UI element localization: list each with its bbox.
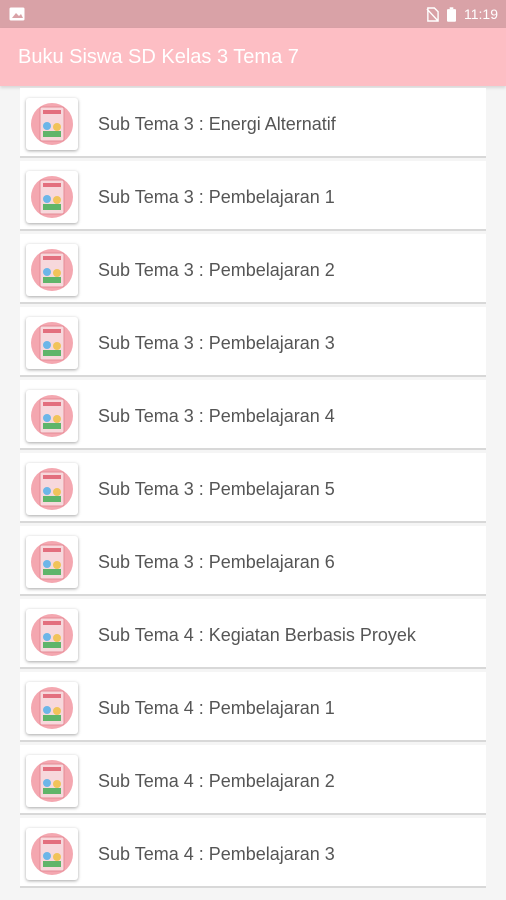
app-bar: Buku Siswa SD Kelas 3 Tema 7 bbox=[0, 28, 506, 86]
list-item-label: Sub Tema 3 : Pembelajaran 1 bbox=[98, 187, 335, 207]
list-item-label: Sub Tema 3 : Pembelajaran 4 bbox=[98, 406, 335, 426]
list-item[interactable]: Sub Tema 3 : Energi Alternatif bbox=[20, 88, 486, 158]
list-item[interactable]: Sub Tema 3 : Pembelajaran 5 bbox=[20, 453, 486, 523]
list-item[interactable]: Sub Tema 3 : Pembelajaran 2 bbox=[20, 234, 486, 304]
book-cover-icon bbox=[26, 536, 78, 588]
book-cover-icon bbox=[26, 390, 78, 442]
list-item[interactable]: Sub Tema 3 : Pembelajaran 1 bbox=[20, 161, 486, 231]
list-item-label: Sub Tema 3 : Pembelajaran 3 bbox=[98, 333, 335, 353]
book-cover-icon bbox=[26, 171, 78, 223]
book-cover-icon bbox=[26, 317, 78, 369]
battery-icon bbox=[447, 6, 456, 22]
book-cover-icon bbox=[26, 828, 78, 880]
status-time: 11:19 bbox=[464, 6, 498, 22]
book-cover-icon bbox=[26, 682, 78, 734]
list-item-label: Sub Tema 3 : Energi Alternatif bbox=[98, 114, 336, 134]
list-item-label: Sub Tema 3 : Pembelajaran 5 bbox=[98, 479, 335, 499]
list-item[interactable]: Sub Tema 3 : Pembelajaran 3 bbox=[20, 307, 486, 377]
list-item-label: Sub Tema 4 : Pembelajaran 1 bbox=[98, 698, 335, 718]
chapter-list: Sub Tema 3 : Energi Alternatif Sub Tema … bbox=[0, 88, 506, 891]
book-cover-icon bbox=[26, 244, 78, 296]
book-cover-icon bbox=[26, 755, 78, 807]
book-cover-icon bbox=[26, 463, 78, 515]
page-title: Buku Siswa SD Kelas 3 Tema 7 bbox=[18, 46, 299, 68]
book-cover-icon bbox=[26, 98, 78, 150]
list-item[interactable]: Sub Tema 4 : Kegiatan Berbasis Proyek bbox=[20, 599, 486, 669]
list-item[interactable]: Sub Tema 4 : Pembelajaran 3 bbox=[20, 818, 486, 888]
status-bar: 11:19 bbox=[0, 0, 506, 28]
list-item[interactable]: Sub Tema 3 : Pembelajaran 6 bbox=[20, 526, 486, 596]
list-item-label: Sub Tema 3 : Pembelajaran 6 bbox=[98, 552, 335, 572]
image-icon bbox=[9, 7, 25, 21]
book-cover-icon bbox=[26, 609, 78, 661]
list-item[interactable]: Sub Tema 3 : Pembelajaran 4 bbox=[20, 380, 486, 450]
no-sim-icon bbox=[426, 6, 439, 22]
list-item-label: Sub Tema 4 : Kegiatan Berbasis Proyek bbox=[98, 625, 416, 645]
list-item-label: Sub Tema 4 : Pembelajaran 2 bbox=[98, 771, 335, 791]
list-item[interactable]: Sub Tema 4 : Pembelajaran 1 bbox=[20, 672, 486, 742]
status-right-group: 11:19 bbox=[426, 0, 498, 28]
list-item[interactable]: Sub Tema 4 : Pembelajaran 2 bbox=[20, 745, 486, 815]
list-item-label: Sub Tema 4 : Pembelajaran 3 bbox=[98, 844, 335, 864]
list-item-label: Sub Tema 3 : Pembelajaran 2 bbox=[98, 260, 335, 280]
